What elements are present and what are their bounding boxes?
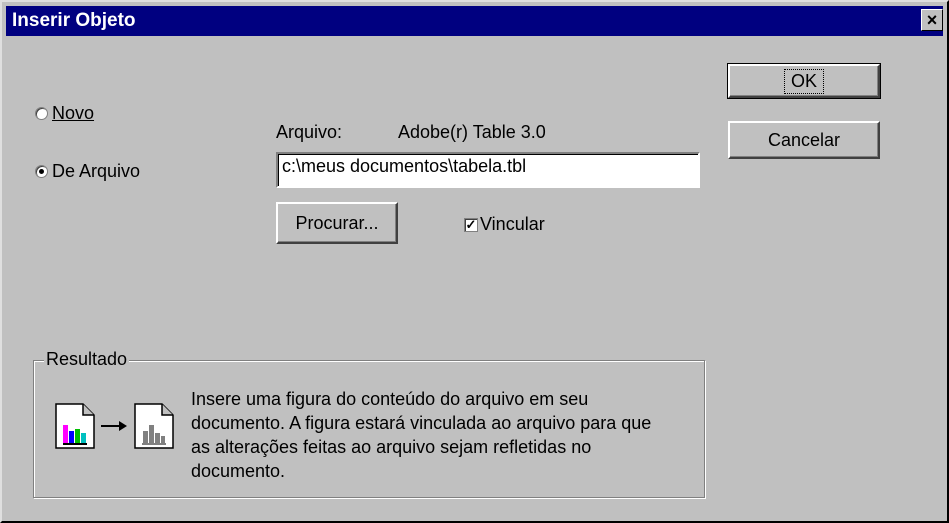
cancel-label: Cancelar [767,129,841,150]
cancel-button[interactable]: Cancelar [728,121,880,159]
document-chart-gray-icon [134,403,174,449]
file-path-value: c:\meus documentos\tabela.tbl [282,156,527,176]
ok-button[interactable]: OK [727,63,881,99]
close-icon: × [926,10,938,30]
title-bar: Inserir Objeto × [6,6,943,36]
file-type-value: Adobe(r) Table 3.0 [398,122,546,142]
radio-new-circle [35,107,48,120]
radio-from-file-circle [35,165,48,178]
ok-label: OK [783,68,824,94]
document-chart-icon [55,403,95,449]
close-button[interactable]: × [921,9,943,31]
radio-from-file[interactable]: De Arquivo [35,161,140,182]
dialog-title: Inserir Objeto [12,10,136,31]
result-group: Resultado Insere uma figura do conteúdo … [33,349,705,498]
link-checkbox[interactable]: ✓ Vincular [464,214,545,235]
radio-from-file-label: De Arquivo [52,161,141,181]
file-path-input[interactable]: c:\meus documentos\tabela.tbl [276,152,700,188]
checkmark-icon: ✓ [464,216,478,232]
browse-button[interactable]: Procurar... [276,202,398,244]
result-group-label: Resultado [44,349,130,370]
insert-object-dialog: Inserir Objeto × OK Cancelar Novo De Arq… [0,0,949,523]
browse-label: Procurar... [295,212,379,233]
file-label: Arquivo: [276,122,343,142]
arrow-right-icon [101,421,127,431]
radio-selected-dot [39,169,44,174]
radio-new-label: Novo [52,103,95,123]
result-description: Insere uma figura do conteúdo do arquivo… [191,389,652,481]
link-label: Vincular [480,214,545,234]
radio-new[interactable]: Novo [35,103,94,124]
